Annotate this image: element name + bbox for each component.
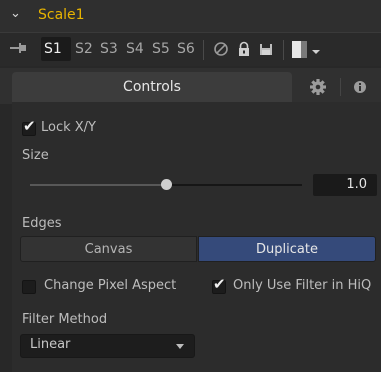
- edges-duplicate-button[interactable]: Duplicate: [198, 236, 376, 262]
- only-use-filter-check-icon: ✔: [213, 275, 226, 293]
- slot-s5[interactable]: S5: [152, 41, 170, 57]
- filter-method-label: Filter Method: [22, 312, 108, 327]
- change-pixel-aspect-label: Change Pixel Aspect: [44, 278, 177, 293]
- size-value-field[interactable]: 1.0: [313, 174, 377, 196]
- filter-method-value: Linear: [30, 337, 71, 352]
- slot-s2[interactable]: S2: [75, 41, 93, 57]
- edges-canvas-button[interactable]: Canvas: [20, 236, 197, 262]
- toolbar-divider-2: [283, 40, 284, 60]
- disable-icon[interactable]: [213, 41, 229, 57]
- size-slider-thumb[interactable]: [161, 179, 172, 190]
- lock-xy-label: Lock X/Y: [41, 120, 97, 135]
- dropdown-arrow-icon: [176, 344, 184, 349]
- size-label: Size: [22, 148, 49, 163]
- toolbar-divider: [203, 40, 204, 60]
- change-pixel-aspect-checkbox[interactable]: [22, 280, 36, 294]
- info-icon[interactable]: [342, 72, 381, 102]
- size-slider-fill: [30, 184, 166, 186]
- tab-controls[interactable]: Controls: [12, 72, 292, 102]
- color-swatch-menu-icon[interactable]: [292, 40, 324, 60]
- gear-icon[interactable]: [296, 72, 340, 102]
- pin-icon[interactable]: [10, 42, 26, 54]
- edges-label: Edges: [22, 216, 62, 231]
- lock-icon[interactable]: [236, 41, 252, 57]
- lock-xy-check-icon: ✔: [23, 117, 36, 135]
- tab-divider: [340, 78, 341, 96]
- slot-s4[interactable]: S4: [126, 41, 144, 57]
- only-use-filter-label: Only Use Filter in HiQ: [233, 278, 372, 293]
- slot-s1[interactable]: S1: [44, 41, 62, 57]
- tool-name-label[interactable]: Scale1: [38, 7, 85, 23]
- slot-s6[interactable]: S6: [177, 41, 195, 57]
- slot-s3[interactable]: S3: [100, 41, 118, 57]
- save-preset-icon[interactable]: [258, 41, 274, 57]
- collapse-chevron-icon[interactable]: ⌄: [10, 6, 21, 21]
